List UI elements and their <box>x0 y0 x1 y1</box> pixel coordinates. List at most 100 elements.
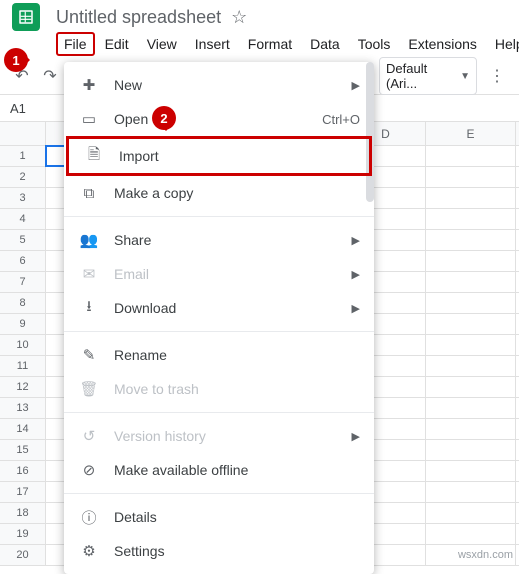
row-header[interactable]: 3 <box>0 188 46 208</box>
row-header[interactable]: 12 <box>0 377 46 397</box>
doc-title[interactable]: Untitled spreadsheet <box>56 7 221 28</box>
separator <box>64 331 374 332</box>
row-header[interactable]: 10 <box>0 335 46 355</box>
file-menu-dropdown: ✚ New ▶ ▭ Open Ctrl+O 🗎 Import ⧉ Make a … <box>64 62 374 574</box>
menu-label: Import <box>119 148 355 164</box>
name-box[interactable]: A1 <box>0 101 48 116</box>
row-header[interactable]: 14 <box>0 419 46 439</box>
menu-label: Make a copy <box>114 185 360 201</box>
menu-label: Open <box>114 111 322 127</box>
cell[interactable] <box>426 146 516 166</box>
font-select[interactable]: Default (Ari... ▼ <box>379 57 477 95</box>
menu-move-trash: 🗑 Move to trash <box>64 372 374 406</box>
history-icon: ↺ <box>78 427 100 445</box>
row-header[interactable]: 2 <box>0 167 46 187</box>
folder-icon: ▭ <box>78 110 100 128</box>
cell[interactable] <box>426 356 516 376</box>
menu-label: Rename <box>114 347 360 363</box>
row-header[interactable]: 11 <box>0 356 46 376</box>
cell[interactable] <box>426 503 516 523</box>
menu-data[interactable]: Data <box>302 32 348 56</box>
separator <box>64 493 374 494</box>
redo-button[interactable]: ↷ <box>36 63 64 89</box>
row-header[interactable]: 1 <box>0 146 46 166</box>
menu-new[interactable]: ✚ New ▶ <box>64 68 374 102</box>
menu-label: New <box>114 77 344 93</box>
menu-help[interactable]: Help <box>487 32 519 56</box>
menu-edit[interactable]: Edit <box>97 32 137 56</box>
sheets-icon <box>17 8 35 26</box>
menu-share[interactable]: 👥 Share ▶ <box>64 223 374 257</box>
menu-file[interactable]: File <box>56 32 95 56</box>
cell[interactable] <box>426 482 516 502</box>
row-header[interactable]: 5 <box>0 230 46 250</box>
row-header[interactable]: 18 <box>0 503 46 523</box>
row-header[interactable]: 20 <box>0 545 46 565</box>
font-select-label: Default (Ari... <box>386 61 460 91</box>
menu-details[interactable]: ⓘ Details <box>64 500 374 534</box>
cell[interactable] <box>426 314 516 334</box>
cell[interactable] <box>426 398 516 418</box>
menu-download[interactable]: ⭳ Download ▶ <box>64 291 374 325</box>
cell[interactable] <box>426 251 516 271</box>
col-header[interactable]: E <box>426 122 516 145</box>
menu-label: Move to trash <box>114 381 360 397</box>
row-header[interactable]: 4 <box>0 209 46 229</box>
separator <box>64 412 374 413</box>
row-header[interactable]: 9 <box>0 314 46 334</box>
cell[interactable] <box>426 167 516 187</box>
menu-format[interactable]: Format <box>240 32 300 56</box>
menu-insert[interactable]: Insert <box>187 32 238 56</box>
submenu-arrow-icon: ▶ <box>352 268 360 281</box>
cell[interactable] <box>426 209 516 229</box>
menu-label: Details <box>114 509 360 525</box>
gear-icon: ⚙ <box>78 542 100 560</box>
annotation-badge-2: 2 <box>152 106 176 130</box>
cell[interactable] <box>426 524 516 544</box>
menu-settings[interactable]: ⚙ Settings <box>64 534 374 568</box>
row-header[interactable]: 17 <box>0 482 46 502</box>
row-header[interactable]: 7 <box>0 272 46 292</box>
menu-make-copy[interactable]: ⧉ Make a copy <box>64 176 374 210</box>
menu-label: Make available offline <box>114 462 360 478</box>
menu-label: Download <box>114 300 344 316</box>
plus-icon: ✚ <box>78 76 100 94</box>
trash-icon: 🗑 <box>78 380 100 398</box>
menu-offline[interactable]: ⊘ Make available offline <box>64 453 374 487</box>
cell[interactable] <box>426 335 516 355</box>
share-icon: 👥 <box>78 231 100 249</box>
document-icon: 🗎 <box>83 144 105 169</box>
row-header[interactable]: 8 <box>0 293 46 313</box>
menu-tools[interactable]: Tools <box>350 32 399 56</box>
submenu-arrow-icon: ▶ <box>352 430 360 443</box>
cell[interactable] <box>426 461 516 481</box>
cell[interactable] <box>426 272 516 292</box>
menu-extensions[interactable]: Extensions <box>400 32 484 56</box>
cell[interactable] <box>426 377 516 397</box>
menu-view[interactable]: View <box>139 32 185 56</box>
row-header[interactable]: 16 <box>0 461 46 481</box>
row-header[interactable]: 13 <box>0 398 46 418</box>
more-button[interactable]: ⋮ <box>483 63 511 89</box>
row-header[interactable]: 6 <box>0 251 46 271</box>
cell[interactable] <box>426 188 516 208</box>
menu-rename[interactable]: ✎ Rename <box>64 338 374 372</box>
menu-email: ✉ Email ▶ <box>64 257 374 291</box>
star-icon[interactable]: ☆ <box>231 7 247 28</box>
sheets-logo[interactable] <box>12 3 40 31</box>
cell[interactable] <box>426 419 516 439</box>
separator <box>64 216 374 217</box>
menu-label: Share <box>114 232 344 248</box>
cell[interactable] <box>426 293 516 313</box>
row-header[interactable]: 15 <box>0 440 46 460</box>
cell[interactable] <box>426 440 516 460</box>
menu-import[interactable]: 🗎 Import <box>66 136 372 176</box>
copy-icon: ⧉ <box>78 185 100 202</box>
submenu-arrow-icon: ▶ <box>352 79 360 92</box>
menu-open[interactable]: ▭ Open Ctrl+O <box>64 102 374 136</box>
select-all-corner[interactable] <box>0 122 46 145</box>
annotation-badge-1: 1 <box>4 48 28 72</box>
offline-icon: ⊘ <box>78 461 100 479</box>
cell[interactable] <box>426 230 516 250</box>
row-header[interactable]: 19 <box>0 524 46 544</box>
